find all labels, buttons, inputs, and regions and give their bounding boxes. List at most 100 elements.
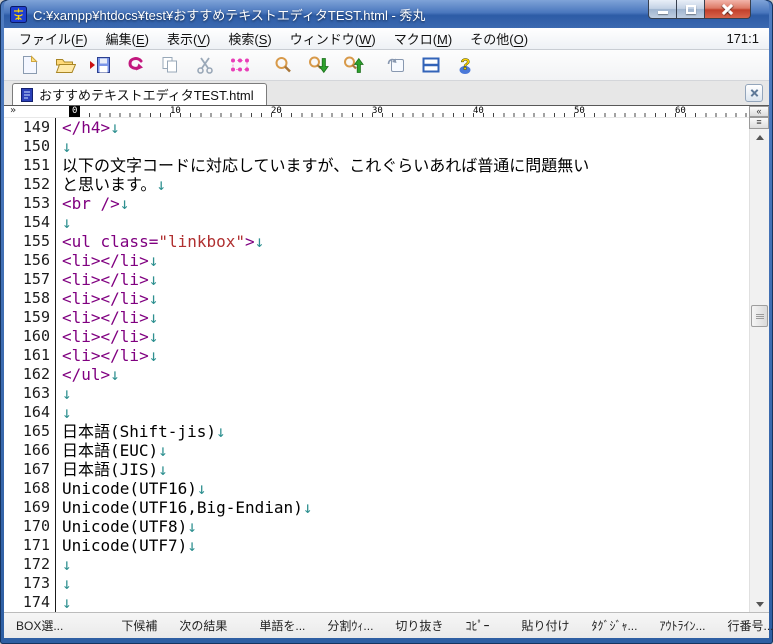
line-number: 172 — [4, 555, 56, 574]
menu-item-file[interactable]: ファイル(F) — [10, 27, 97, 50]
cursor-position: 171:1 — [726, 31, 759, 46]
newline-mark-icon: ↓ — [158, 441, 168, 460]
newline-mark-icon: ↓ — [62, 593, 72, 612]
line-code: </h4>↓ — [62, 118, 120, 137]
scroll-down-button[interactable] — [750, 596, 769, 612]
newline-mark-icon: ↓ — [158, 460, 168, 479]
menu-item-view[interactable]: 表示(V) — [158, 27, 219, 50]
status-item[interactable]: 分割ｳｨ... — [327, 617, 373, 634]
status-item[interactable]: 貼り付け — [521, 617, 569, 634]
new-file-icon — [23, 55, 38, 74]
undo-icon — [128, 57, 143, 71]
editor-line: 155 <ul class="linkbox">↓ — [4, 232, 749, 251]
maximize-button[interactable] — [677, 0, 705, 19]
status-item[interactable]: ﾀｸﾞｼﾞｬ... — [591, 617, 637, 634]
tag-jump-icon — [387, 58, 404, 72]
line-code: <br />↓ — [62, 194, 130, 213]
editor-line: 172 ↓ — [4, 555, 749, 574]
search-prev-button[interactable] — [341, 53, 365, 77]
line-number: 174 — [4, 593, 56, 612]
search-button[interactable] — [271, 53, 295, 77]
tab-active-document[interactable]: おすすめテキストエディタTEST.html — [12, 83, 267, 105]
status-item[interactable]: 下候補 — [121, 617, 157, 634]
editor-area[interactable]: 149 </h4>↓ 150 ↓ 151 以下の文字コードに対応していますが、これぐらいあ… — [4, 118, 749, 612]
menu-item-edit[interactable]: 編集(E) — [97, 27, 158, 50]
status-items: BOX選... 下候補 次の結果 単語を... 分割ｳｨ... 切り抜き ｺﾋﾟｰ 貼り付け ﾀ… — [16, 617, 773, 634]
line-code: Unicode(UTF7)↓ — [62, 536, 197, 555]
status-item[interactable]: ｺﾋﾟｰ — [465, 617, 489, 634]
app-icon — [10, 5, 27, 23]
copy-button[interactable] — [158, 53, 182, 77]
newline-mark-icon: ↓ — [148, 346, 159, 365]
newline-mark-icon: ↓ — [62, 213, 72, 232]
new-file-button[interactable] — [18, 53, 42, 77]
vertical-scrollbar[interactable] — [749, 129, 769, 612]
newline-mark-icon: ↓ — [62, 555, 72, 574]
help-button[interactable]: ? — [454, 53, 478, 77]
line-number: 173 — [4, 574, 56, 593]
close-icon — [721, 3, 734, 16]
scroll-up-button[interactable] — [750, 129, 769, 145]
scrollbar-thumb[interactable] — [751, 305, 768, 327]
search-next-button[interactable] — [306, 53, 330, 77]
line-number: 159 — [4, 308, 56, 327]
undo-button[interactable] — [123, 53, 147, 77]
status-item[interactable]: BOX選... — [16, 617, 63, 634]
editor-line: 168 Unicode(UTF16)↓ — [4, 479, 749, 498]
newline-mark-icon: ↓ — [187, 517, 197, 536]
menu-item-search[interactable]: 検索(S) — [219, 27, 280, 50]
box-select-icon — [231, 58, 249, 72]
ruler-marks: 0 10 20 30 40 50 60 — [69, 106, 749, 118]
line-code: <li></li>↓ — [62, 251, 159, 270]
save-icon — [90, 57, 110, 73]
menu-bar: ファイル(F) 編集(E) 表示(V) 検索(S) ウィンドウ(W) マクロ(M) その他(… — [4, 28, 769, 50]
help-icon: ? — [459, 56, 471, 74]
newline-mark-icon: ↓ — [148, 251, 159, 270]
line-code: 日本語(Shift-jis)↓ — [62, 422, 226, 441]
box-select-button[interactable] — [228, 53, 252, 77]
ruler-collapse-button[interactable]: « — [749, 106, 769, 117]
editor-line: 174 ↓ — [4, 593, 749, 612]
tab-close-icon — [750, 89, 759, 98]
newline-mark-icon: ↓ — [62, 137, 72, 156]
minimize-button[interactable] — [648, 0, 677, 19]
outline-list-button[interactable]: ≡ — [749, 117, 769, 129]
newline-mark-icon: ↓ — [110, 118, 120, 137]
ruler: » 0 10 20 30 40 50 60 — [4, 105, 749, 118]
editor-line: 165 日本語(Shift-jis)↓ — [4, 422, 749, 441]
newline-mark-icon: ↓ — [148, 308, 159, 327]
save-button[interactable] — [88, 53, 112, 77]
menu-item-macro[interactable]: マクロ(M) — [385, 27, 462, 50]
line-number: 154 — [4, 213, 56, 232]
editor-line: 159 <li></li>↓ — [4, 308, 749, 327]
scrollbar-track[interactable] — [750, 145, 769, 596]
line-number: 164 — [4, 403, 56, 422]
line-number: 157 — [4, 270, 56, 289]
line-code: と思います。↓ — [62, 175, 167, 194]
open-file-button[interactable] — [53, 53, 77, 77]
status-item[interactable]: 行番号... — [728, 617, 773, 634]
menu-item-other[interactable]: その他(O) — [461, 27, 537, 50]
line-number: 156 — [4, 251, 56, 270]
editor-line: 166 日本語(EUC)↓ — [4, 441, 749, 460]
line-number: 165 — [4, 422, 56, 441]
split-window-button[interactable] — [419, 53, 443, 77]
line-number: 158 — [4, 289, 56, 308]
status-item[interactable]: 単語を... — [259, 617, 305, 634]
status-item[interactable]: ｱｳﾄﾗｲﾝ... — [659, 617, 705, 634]
tag-jump-button[interactable] — [384, 53, 408, 77]
line-code: ↓ — [62, 137, 72, 156]
cut-button[interactable] — [193, 53, 217, 77]
open-folder-icon — [55, 59, 76, 73]
newline-mark-icon: ↓ — [148, 327, 159, 346]
menu-item-window[interactable]: ウィンドウ(W) — [281, 27, 385, 50]
editor-line: 152 と思います。↓ — [4, 175, 749, 194]
line-code: ↓ — [62, 555, 72, 574]
editor-line: 173 ↓ — [4, 574, 749, 593]
newline-mark-icon: ↓ — [148, 289, 159, 308]
status-item[interactable]: 切り抜き — [395, 617, 443, 634]
line-code: <li></li>↓ — [62, 346, 159, 365]
close-button[interactable] — [705, 0, 751, 19]
status-item[interactable]: 次の結果 — [179, 617, 227, 634]
tab-close-button[interactable] — [745, 84, 763, 102]
